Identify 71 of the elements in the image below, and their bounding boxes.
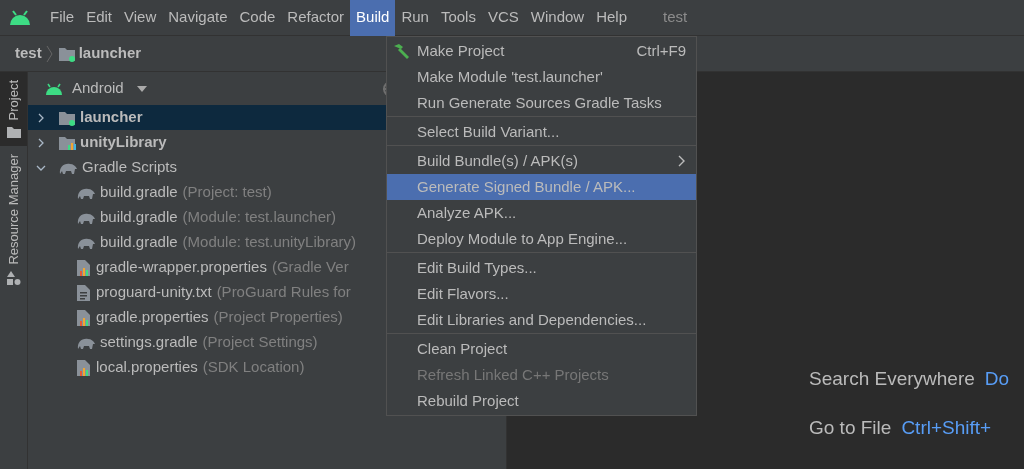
properties-file-icon bbox=[76, 308, 92, 327]
menu-entry[interactable]: Rebuild Project bbox=[387, 388, 696, 414]
menu-item[interactable]: Edit bbox=[80, 0, 119, 36]
file-note: (Module: test.launcher) bbox=[182, 207, 336, 228]
shapes-icon bbox=[6, 271, 21, 286]
hint-shortcut: Do bbox=[984, 367, 1010, 389]
menu-item[interactable]: VCS bbox=[481, 0, 525, 36]
file-name: unityLibrary bbox=[80, 132, 167, 153]
android-logo-icon bbox=[8, 9, 32, 26]
menu-entry[interactable]: Make Project Ctrl+F9 bbox=[387, 38, 696, 64]
file-name: build.gradle bbox=[100, 207, 178, 228]
library-folder-icon bbox=[58, 134, 76, 151]
properties-file-icon bbox=[76, 358, 92, 377]
menu-item[interactable]: Refactor bbox=[281, 0, 351, 36]
module-folder-icon bbox=[57, 45, 76, 62]
file-note: (SDK Location) bbox=[202, 357, 305, 378]
menu-item[interactable]: Build bbox=[350, 0, 396, 36]
menu-entry[interactable]: Make Module 'test.launcher' bbox=[387, 64, 696, 90]
view-selector[interactable]: Android bbox=[72, 77, 124, 100]
side-tab-label: Resource Manager bbox=[4, 154, 22, 266]
file-name: Gradle Scripts bbox=[82, 157, 178, 178]
menu-entry[interactable]: Deploy Module to App Engine... bbox=[387, 226, 696, 252]
menu-item[interactable]: Code bbox=[233, 0, 282, 36]
file-note: (Module: test.unityLibrary) bbox=[182, 232, 356, 253]
file-name: settings.gradle bbox=[100, 332, 198, 353]
hammer-icon bbox=[393, 43, 411, 59]
menu-item[interactable]: Window bbox=[524, 0, 591, 36]
file-note: (ProGuard Rules for bbox=[216, 282, 351, 303]
menu-entry[interactable]: Edit Flavors... bbox=[387, 281, 696, 307]
chevron-icon[interactable] bbox=[36, 137, 46, 148]
menu-item[interactable]: File bbox=[44, 0, 81, 36]
hint-label: Go to File bbox=[809, 416, 892, 438]
shortcut-label: Ctrl+F9 bbox=[636, 40, 686, 61]
menu-item[interactable]: Help bbox=[590, 0, 634, 36]
side-tab[interactable]: Resource Manager bbox=[0, 146, 27, 294]
file-name: gradle.properties bbox=[96, 307, 209, 328]
menu-entry[interactable]: Edit Build Types... bbox=[387, 255, 696, 281]
menu-entry[interactable]: Analyze APK... bbox=[387, 200, 696, 226]
file-name: gradle-wrapper.properties bbox=[96, 257, 267, 278]
hint-label: Search Everywhere bbox=[809, 367, 975, 389]
android-icon bbox=[44, 81, 64, 96]
menu-entry[interactable]: Edit Libraries and Dependencies... bbox=[387, 307, 696, 333]
file-note: (Project Properties) bbox=[213, 307, 343, 328]
side-tab-label: Project bbox=[4, 80, 22, 121]
module-folder-icon bbox=[58, 109, 76, 126]
menu-item[interactable]: Navigate bbox=[162, 0, 234, 36]
file-name: proguard-unity.txt bbox=[96, 282, 212, 303]
text-file-icon bbox=[76, 283, 92, 302]
file-note: (Gradle Ver bbox=[271, 257, 349, 278]
separator-icon bbox=[45, 44, 54, 63]
dropdown-icon[interactable] bbox=[135, 84, 148, 93]
folder-icon bbox=[6, 126, 21, 139]
file-name: build.gradle bbox=[100, 232, 178, 253]
file-name: local.properties bbox=[96, 357, 198, 378]
breadcrumb-item[interactable]: test bbox=[15, 42, 42, 65]
file-name: launcher bbox=[80, 107, 143, 128]
file-note: (Project Settings) bbox=[202, 332, 318, 353]
side-tab[interactable]: Project bbox=[0, 72, 27, 147]
properties-file-icon bbox=[76, 258, 92, 277]
file-note: (Project: test) bbox=[182, 182, 272, 203]
menu-entry[interactable]: Build Bundle(s) / APK(s) bbox=[387, 148, 696, 174]
project-title: test bbox=[663, 7, 688, 28]
menu-item[interactable]: Run bbox=[395, 0, 435, 36]
menu-item[interactable]: View bbox=[118, 0, 163, 36]
menu-item[interactable]: Tools bbox=[434, 0, 482, 36]
menu-entry[interactable]: Select Build Variant... bbox=[387, 119, 696, 145]
file-name: build.gradle bbox=[100, 182, 178, 203]
menu-entry[interactable]: Clean Project bbox=[387, 336, 696, 362]
chevron-icon[interactable] bbox=[36, 112, 46, 123]
hint-shortcut: Ctrl+Shift+ bbox=[901, 416, 992, 438]
breadcrumb-item[interactable]: launcher bbox=[78, 42, 142, 65]
